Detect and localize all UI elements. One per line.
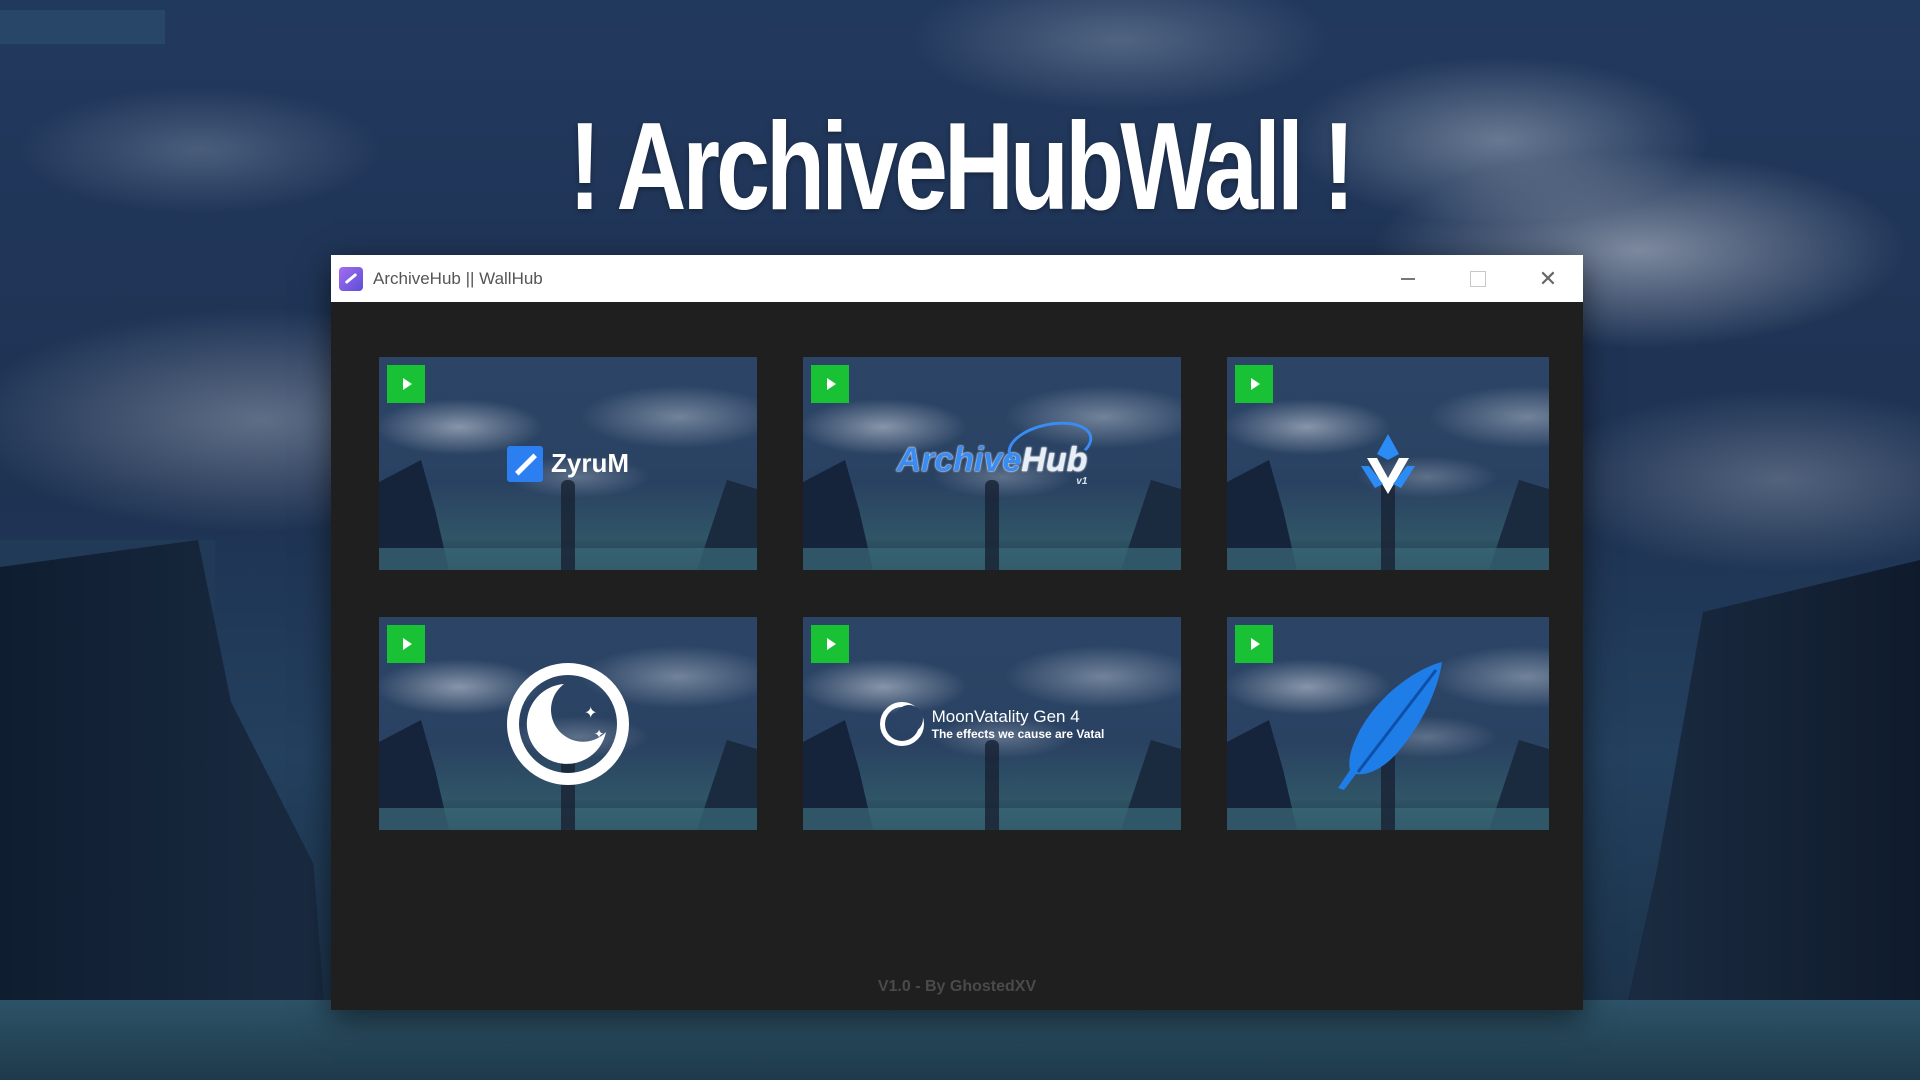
feather-logo: [1227, 617, 1549, 830]
diamond-logo-icon: [1361, 433, 1415, 494]
close-button[interactable]: ✕: [1513, 255, 1583, 302]
moonvatality-logo: MoonVatality Gen 4 The effects we cause …: [803, 617, 1181, 830]
moonvatality-subtitle: The effects we cause are Vatal: [931, 726, 1105, 741]
wallpaper-tile-moonvatality[interactable]: MoonVatality Gen 4 The effects we cause …: [803, 617, 1181, 830]
wallpaper-tile-archivehub[interactable]: ArchiveHub v1: [803, 357, 1181, 570]
version-footer: V1.0 - By GhostedXV: [877, 978, 1037, 995]
app-logo-icon: [339, 266, 363, 291]
minimize-icon: [1401, 277, 1415, 280]
wallpaper-tile-feather[interactable]: [1227, 617, 1549, 830]
archivehub-logo-text-a: Archive: [896, 440, 1022, 479]
zyrum-mark-icon: [507, 445, 543, 482]
play-button[interactable]: [387, 365, 425, 403]
background-cliff-left: [0, 540, 330, 1080]
archivehub-logo: ArchiveHub v1: [803, 357, 1181, 570]
background-bar: [0, 10, 165, 44]
wallpaper-tile-zyrum[interactable]: ZyruM: [379, 357, 757, 570]
title-bar[interactable]: ArchiveHub || WallHub ✕: [331, 255, 1583, 302]
zyrum-logo: ZyruM: [379, 357, 757, 570]
close-icon: ✕: [1538, 265, 1558, 291]
play-button[interactable]: [1235, 625, 1273, 663]
moon-logo: ✦ ✦: [379, 617, 757, 830]
window-controls: ✕: [1373, 255, 1583, 302]
moonvatality-moon-icon: [879, 701, 924, 746]
zyrum-logo-text: ZyruM: [551, 448, 629, 478]
diamond-logo: [1227, 357, 1549, 570]
moon-logo-icon: ✦ ✦: [507, 662, 629, 785]
window-title: ArchiveHub || WallHub: [373, 268, 543, 288]
svg-text:✦: ✦: [594, 727, 604, 741]
moonvatality-title: MoonVatality Gen 4: [931, 706, 1080, 726]
svg-text:✦: ✦: [584, 703, 597, 722]
play-button[interactable]: [1235, 365, 1273, 403]
play-button[interactable]: [811, 625, 849, 663]
background-sea: [0, 1000, 1920, 1080]
maximize-button[interactable]: [1443, 255, 1513, 302]
play-button[interactable]: [811, 365, 849, 403]
feather-icon: [1338, 661, 1442, 790]
wallpaper-tile-moon[interactable]: ✦ ✦: [379, 617, 757, 830]
wallpaper-tile-diamond[interactable]: [1227, 357, 1549, 570]
minimize-button[interactable]: [1373, 255, 1443, 302]
maximize-icon: [1470, 270, 1486, 287]
play-button[interactable]: [387, 625, 425, 663]
banner-title: ! ArchiveHubWall !: [568, 98, 1355, 236]
app-window: ArchiveHub || WallHub ✕ ZyruM ArchiveHub…: [331, 255, 1583, 1010]
